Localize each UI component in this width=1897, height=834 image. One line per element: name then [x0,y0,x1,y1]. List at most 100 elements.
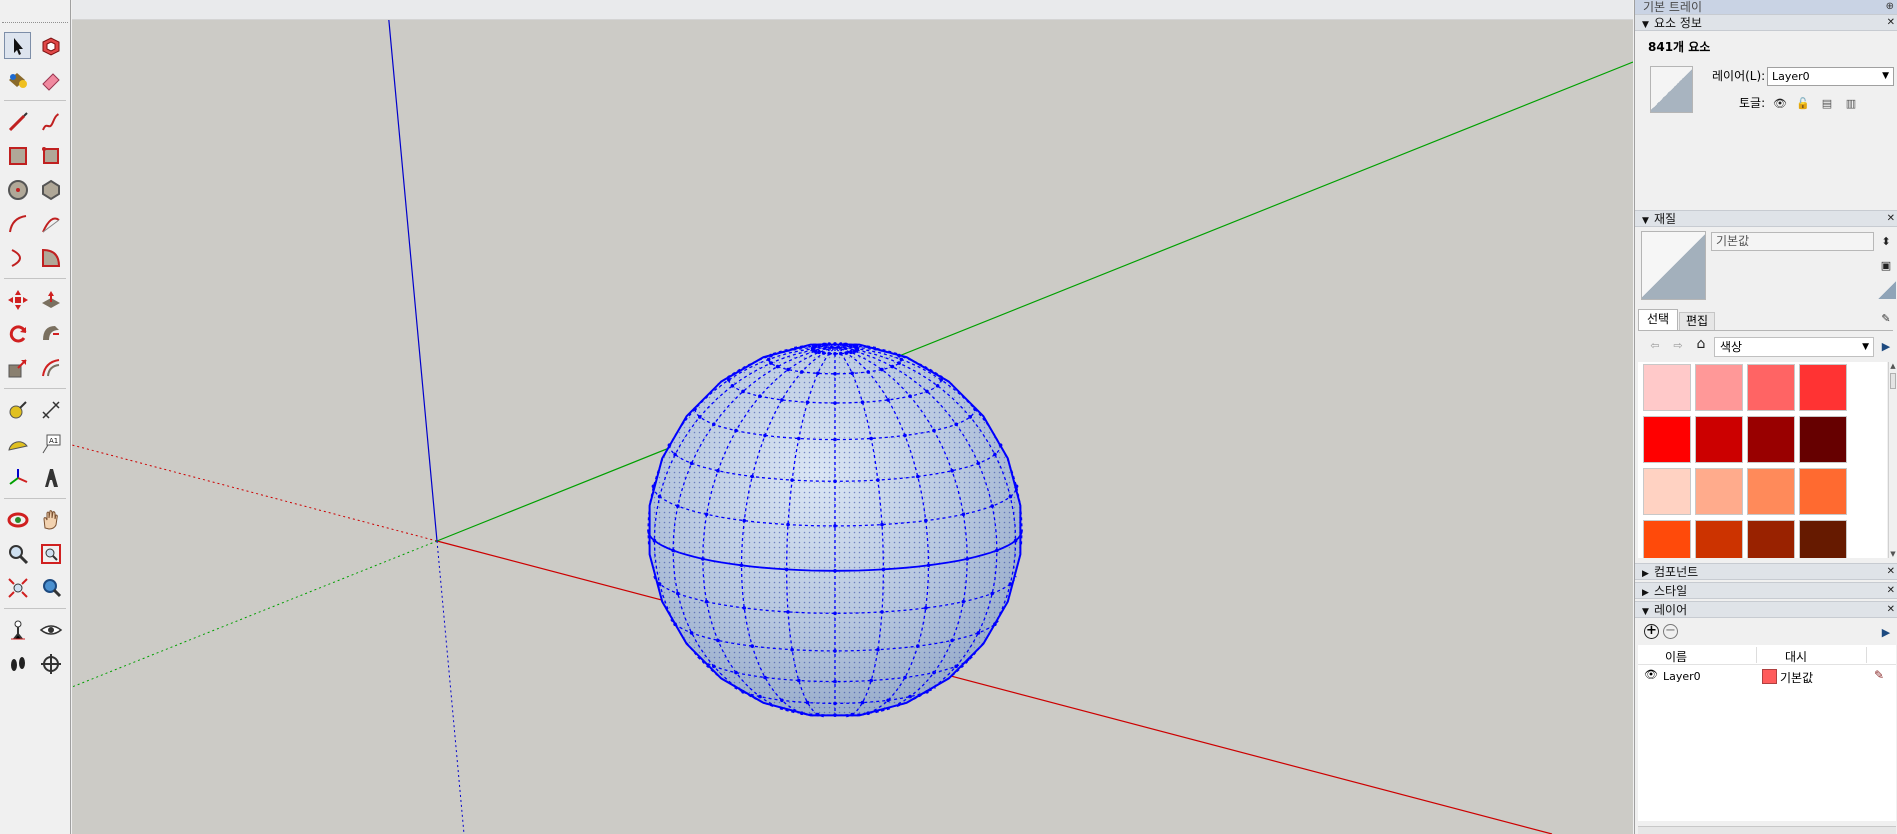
lock-icon[interactable]: 🔓 [1796,96,1810,110]
scroll-up-icon[interactable]: ▲ [1889,362,1897,370]
column-name-header[interactable]: 이름 [1665,648,1687,665]
protractor-icon[interactable] [4,430,31,457]
axes-tool-icon[interactable] [4,464,31,491]
material-swatch[interactable] [1799,364,1847,411]
material-swatch[interactable] [1643,468,1691,515]
components-header[interactable]: ▶ 컴포넌트 ✕ [1635,563,1897,580]
scroll-thumb[interactable] [1890,373,1896,389]
position-camera-icon[interactable] [4,616,31,643]
close-icon[interactable]: ✕ [1887,564,1895,580]
pencil-icon[interactable]: ✎ [1874,668,1884,682]
eraser-icon[interactable] [37,66,64,93]
column-dash-header[interactable]: 대시 [1785,648,1807,665]
default-material-icon[interactable] [1878,281,1896,299]
material-swatch[interactable] [1747,520,1795,558]
visibility-eye-icon[interactable]: 👁 [1773,96,1787,110]
expand-triangle-icon[interactable]: ▶ [1642,585,1654,601]
material-swatch[interactable] [1747,364,1795,411]
freehand-tool-icon[interactable] [37,108,64,135]
rotated-rectangle-icon[interactable] [37,142,64,169]
orbit-tool-icon[interactable] [4,506,31,533]
material-swatch[interactable] [1747,468,1795,515]
model-canvas[interactable] [72,20,1633,834]
create-material-icon[interactable]: ▣ [1879,258,1893,272]
layer-row[interactable]: 👁 Layer0 기본값 ✎ [1638,666,1896,686]
section-plane-icon[interactable] [37,650,64,677]
back-arrow-icon[interactable]: ⇦ [1648,338,1662,352]
rectangle-tool-icon[interactable] [4,142,31,169]
details-arrow-icon[interactable]: ▶ [1879,625,1893,639]
make-component-icon[interactable] [37,32,64,59]
zoom-tool-icon[interactable] [4,540,31,567]
close-icon[interactable]: ✕ [1887,211,1895,227]
line-tool-icon[interactable] [4,108,31,135]
text-tool-icon[interactable]: A1 [37,430,64,457]
arc-tool-icon[interactable] [4,210,31,237]
paint-bucket-icon[interactable] [4,66,31,93]
material-swatch[interactable] [1695,520,1743,558]
material-swatch[interactable] [1747,416,1795,463]
pin-icon[interactable]: ⊕ [1886,0,1894,14]
entity-material-swatch[interactable] [1650,66,1693,113]
two-point-arc-icon[interactable] [37,210,64,237]
dimension-tool-icon[interactable] [37,396,64,423]
material-swatch[interactable] [1643,364,1691,411]
three-d-text-icon[interactable] [37,464,64,491]
tab-edit[interactable]: 편집 [1679,312,1715,330]
select-tool-icon[interactable] [4,32,31,59]
material-swatch[interactable] [1799,416,1847,463]
pie-tool-icon[interactable] [37,244,64,271]
zoom-window-icon[interactable] [37,540,64,567]
layer-color-swatch[interactable] [1762,669,1777,684]
polygon-tool-icon[interactable] [37,176,64,203]
toolbar-grip[interactable] [2,22,68,23]
scale-tool-icon[interactable] [4,354,31,381]
scroll-down-icon[interactable]: ▼ [1889,550,1897,558]
delete-layer-icon[interactable]: − [1663,624,1678,639]
close-icon[interactable]: ✕ [1887,15,1895,31]
close-icon[interactable]: ✕ [1887,602,1895,618]
walk-tool-icon[interactable] [4,650,31,677]
circle-tool-icon[interactable] [4,176,31,203]
styles-header[interactable]: ▶ 스타일 ✕ [1635,582,1897,599]
material-swatch[interactable] [1799,468,1847,515]
close-icon[interactable]: ✕ [1887,583,1895,599]
material-swatch[interactable] [1695,416,1743,463]
3d-viewport[interactable] [72,20,1633,834]
home-icon[interactable]: ⌂ [1694,336,1708,352]
tab-select[interactable]: 선택 [1638,309,1678,330]
receive-shadows-icon[interactable]: ▤ [1820,96,1834,110]
forward-arrow-icon[interactable]: ⇨ [1671,338,1685,352]
offset-tool-icon[interactable] [37,354,64,381]
material-name-field[interactable]: 기본값 [1711,232,1874,251]
entity-info-header[interactable]: ▼ 요소 정보 ✕ [1635,14,1897,31]
material-swatch[interactable] [1643,416,1691,463]
selected-sphere[interactable] [647,342,1023,718]
swatch-scrollbar[interactable]: ▲ ▼ [1888,362,1897,558]
material-swatch[interactable] [1695,468,1743,515]
layer-dropdown[interactable]: Layer0 ▼ [1767,67,1894,86]
material-swatch[interactable] [1799,520,1847,558]
material-swatch[interactable] [1643,520,1691,558]
material-library-dropdown[interactable]: 색상 ▼ [1714,337,1874,357]
zoom-extents-icon[interactable] [4,574,31,601]
push-pull-icon[interactable] [37,286,64,313]
collapse-triangle-icon[interactable]: ▼ [1642,604,1654,620]
three-point-arc-icon[interactable] [4,244,31,271]
pan-tool-icon[interactable] [37,506,64,533]
previous-view-icon[interactable] [37,574,64,601]
sample-paint-icon[interactable]: ✎ [1879,311,1893,325]
display-secondary-icon[interactable]: ⬍ [1879,234,1893,248]
add-layer-icon[interactable]: + [1644,624,1659,639]
layers-header[interactable]: ▼ 레이어 ✕ [1635,601,1897,618]
materials-header[interactable]: ▼ 재질 ✕ [1635,210,1897,227]
visibility-eye-icon[interactable]: 👁 [1644,668,1658,681]
follow-me-icon[interactable] [37,320,64,347]
cast-shadows-icon[interactable]: ▥ [1844,96,1858,110]
collapse-triangle-icon[interactable]: ▼ [1642,17,1654,33]
details-arrow-icon[interactable]: ▶ [1879,339,1893,353]
rotate-tool-icon[interactable] [4,320,31,347]
collapse-triangle-icon[interactable]: ▼ [1642,213,1654,229]
material-swatch[interactable] [1695,364,1743,411]
look-around-icon[interactable] [37,616,64,643]
